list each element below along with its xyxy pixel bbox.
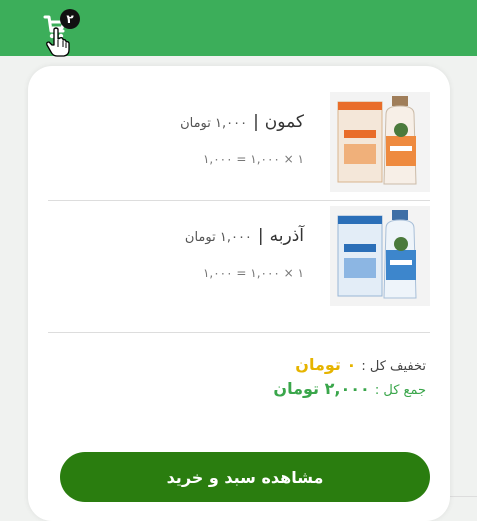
product-name-line: آذربه | ۱,۰۰۰ تومان [185, 226, 304, 246]
product-name[interactable]: آذربه [270, 226, 304, 246]
product-name[interactable]: کمون [265, 112, 304, 132]
discount-label: تخفیف کل : [361, 359, 426, 374]
cart-item[interactable]: آذربه | ۱,۰۰۰ تومان ۱ × ۱,۰۰۰ = ۱,۰۰۰ [48, 206, 430, 306]
cart-count-badge: ۲ [60, 9, 80, 29]
view-cart-button[interactable]: مشاهده سبد و خرید [60, 452, 430, 502]
total-value: ۲,۰۰۰ تومان [273, 379, 370, 398]
cart-dropdown: کمون | ۱,۰۰۰ تومان ۱ × ۱,۰۰۰ = ۱,۰۰۰ آذربه… [28, 66, 450, 521]
discount-value: ۰ تومان [295, 355, 357, 374]
background-divider [450, 496, 477, 497]
name-separator: | [257, 226, 264, 246]
cart-item[interactable]: کمون | ۱,۰۰۰ تومان ۱ × ۱,۰۰۰ = ۱,۰۰۰ [48, 92, 430, 192]
name-separator: | [253, 112, 259, 132]
product-calculation: ۱ × ۱,۰۰۰ = ۱,۰۰۰ [202, 266, 304, 280]
product-image [330, 92, 430, 192]
hand-pointer-icon [46, 27, 70, 57]
total-label: جمع کل : [374, 383, 426, 398]
total-row: جمع کل : ۲,۰۰۰ تومان [273, 378, 426, 402]
product-price: ۱,۰۰۰ تومان [184, 230, 252, 245]
product-price: ۱,۰۰۰ تومان [180, 116, 248, 131]
summary-divider [48, 332, 430, 333]
discount-row: تخفیف کل : ۰ تومان [273, 354, 426, 378]
product-calculation: ۱ × ۱,۰۰۰ = ۱,۰۰۰ [202, 152, 304, 166]
cart-summary: تخفیف کل : ۰ تومان جمع کل : ۲,۰۰۰ تومان [273, 354, 426, 402]
top-bar: ۲ [0, 0, 477, 56]
item-divider [48, 200, 430, 201]
product-name-line: کمون | ۱,۰۰۰ تومان [180, 112, 304, 132]
product-image [330, 206, 430, 306]
